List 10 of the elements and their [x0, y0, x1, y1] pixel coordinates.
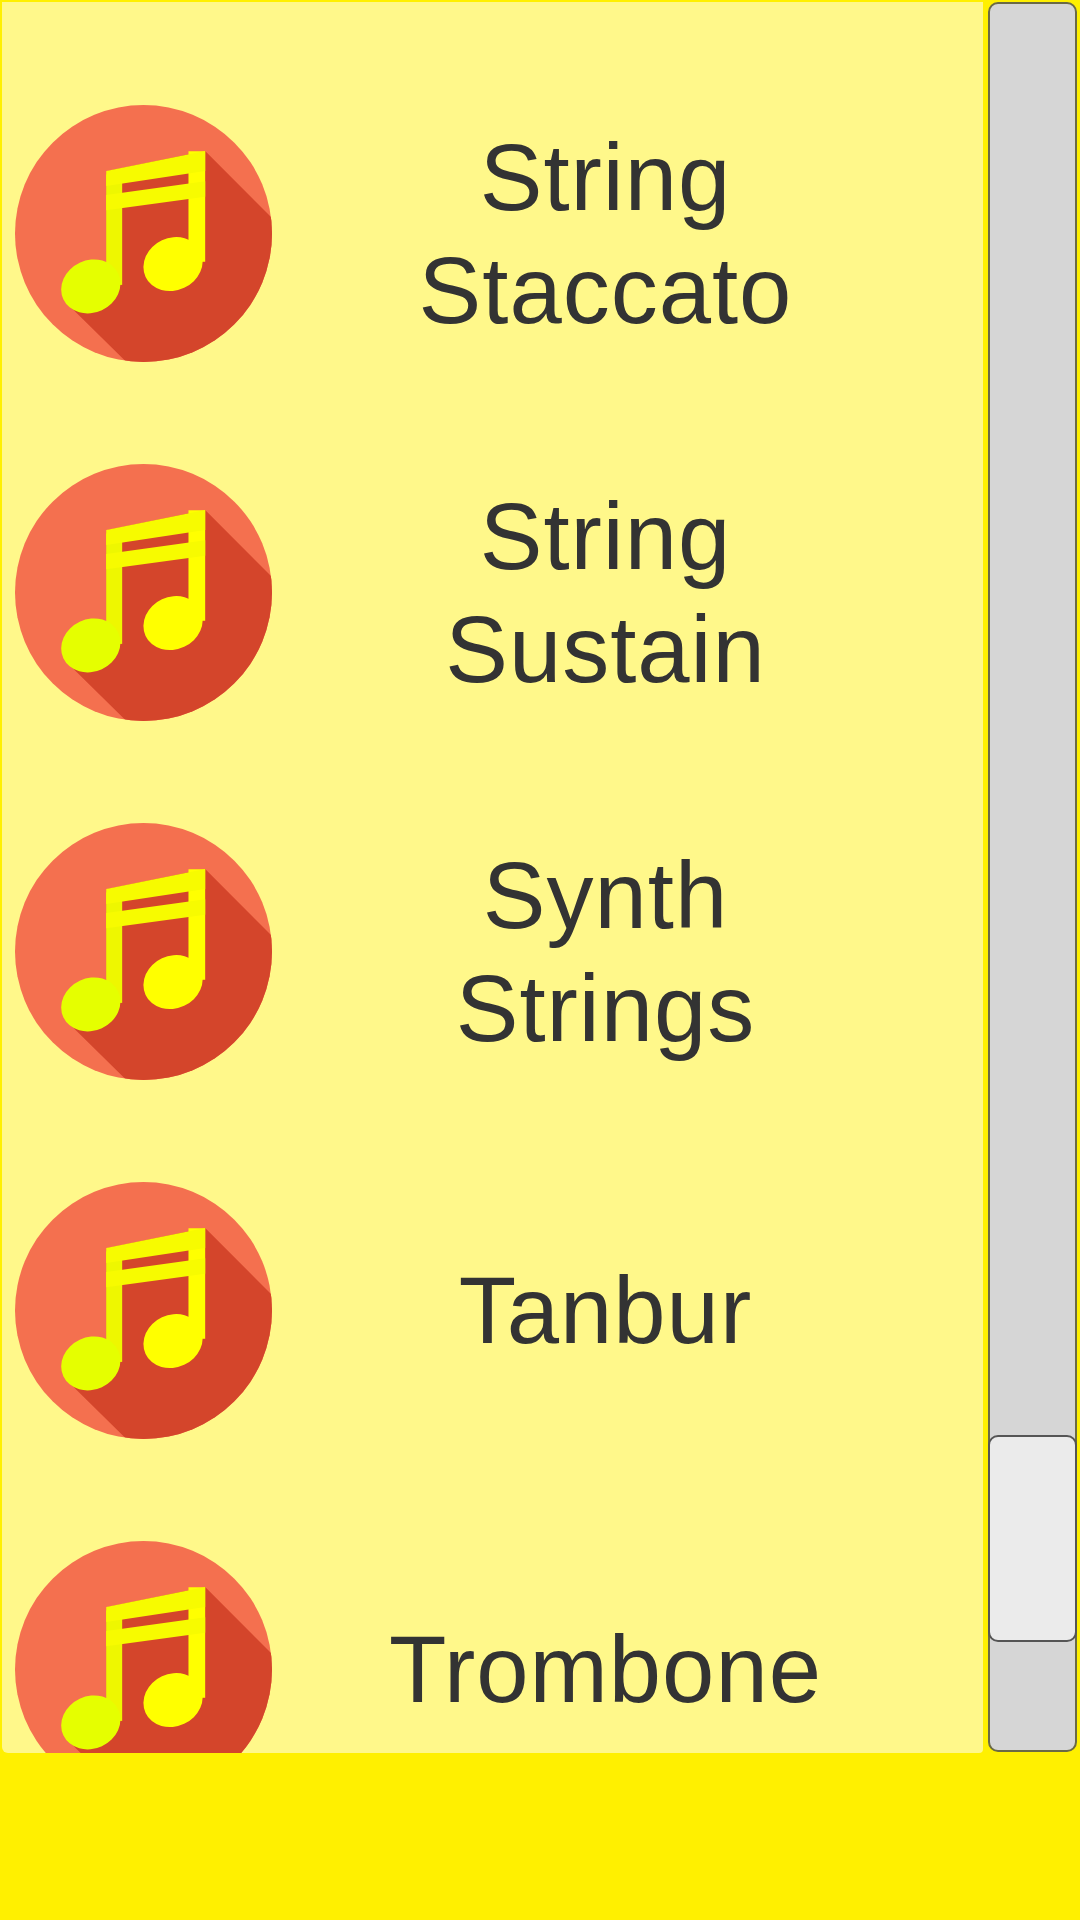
sound-name[interactable]: Synth Strings — [365, 838, 846, 1065]
sound-name[interactable]: String Sustain — [365, 479, 846, 706]
music-note-icon — [15, 105, 272, 362]
sound-name[interactable]: Tanbur — [458, 1254, 753, 1367]
music-note-icon — [15, 823, 272, 1080]
sound-name[interactable]: String Staccato — [365, 120, 846, 347]
sound-name[interactable]: Trombone — [389, 1613, 822, 1726]
music-note-icon — [15, 464, 272, 721]
music-note-icon — [15, 1182, 272, 1439]
scrollbar-thumb[interactable] — [988, 1435, 1077, 1642]
